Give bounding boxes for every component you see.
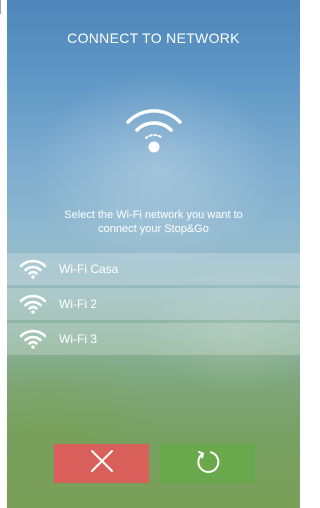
refresh-icon	[194, 447, 222, 480]
network-item-wifi-3[interactable]: Wi-Fi 3	[7, 323, 300, 355]
close-icon	[90, 449, 114, 478]
instruction-text: Select the Wi-Fi network you want to con…	[7, 208, 300, 236]
instruction-line: Select the Wi-Fi network you want to	[64, 209, 243, 221]
cancel-button[interactable]	[54, 444, 149, 483]
connect-network-screen: CONNECT TO NETWORK Select the Wi-Fi netw…	[7, 0, 300, 508]
action-buttons	[54, 444, 255, 483]
network-name: Wi-Fi 2	[59, 297, 97, 311]
network-name: Wi-Fi 3	[59, 332, 97, 346]
refresh-button[interactable]	[160, 444, 255, 483]
wifi-icon	[19, 259, 47, 279]
wifi-searching-icon	[122, 100, 186, 156]
instruction-line: connect your Stop&Go	[98, 223, 209, 235]
wifi-icon	[19, 294, 47, 314]
window-frame-edge	[0, 0, 1, 14]
wifi-icon	[19, 329, 47, 349]
network-item-wifi-casa[interactable]: Wi-Fi Casa	[7, 253, 300, 285]
network-name: Wi-Fi Casa	[59, 262, 119, 276]
network-item-wifi-2[interactable]: Wi-Fi 2	[7, 288, 300, 320]
page-title: CONNECT TO NETWORK	[67, 30, 240, 46]
network-list: Wi-Fi Casa Wi-Fi 2 Wi-Fi 3	[7, 253, 300, 358]
